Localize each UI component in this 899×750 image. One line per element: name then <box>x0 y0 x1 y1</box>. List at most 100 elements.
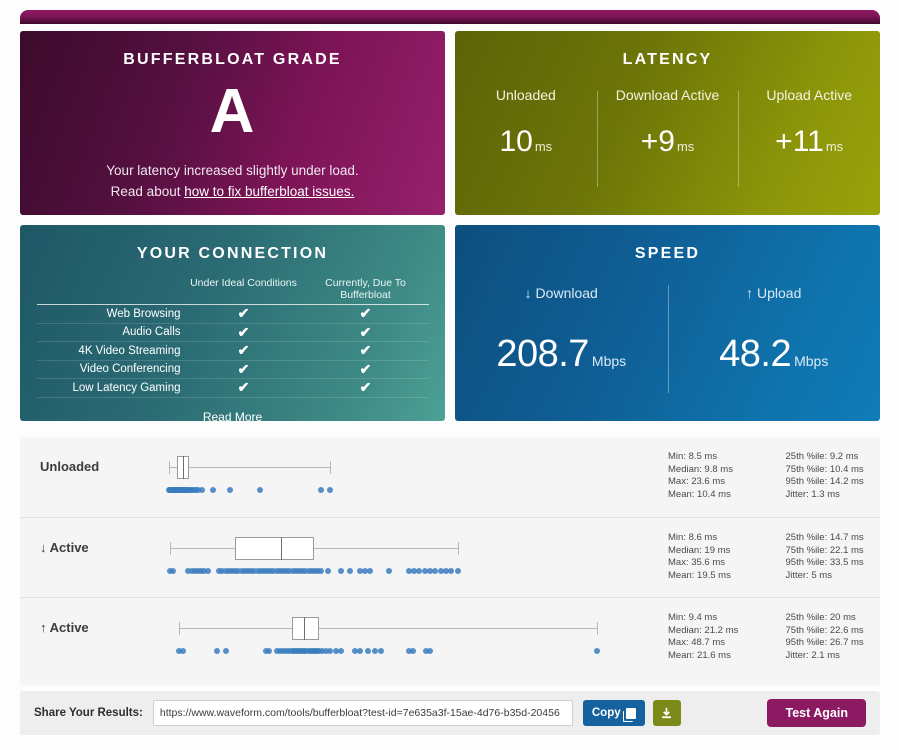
connection-row-label: Low Latency Gaming <box>72 381 181 394</box>
boxplot-min-cap <box>169 461 171 474</box>
boxplot-upload-active <box>132 606 632 668</box>
boxplot-min-cap <box>178 622 180 635</box>
copy-button[interactable]: Copy <box>582 700 645 726</box>
latency-sample-dot <box>593 648 600 654</box>
grade-subtitle: Your latency increased slightly under lo… <box>106 163 359 178</box>
boxplot-iqr-box <box>291 617 320 640</box>
latency-sample-dot <box>426 648 433 654</box>
download-button[interactable] <box>652 700 681 726</box>
stat-median: Median: 9.8 ms <box>668 463 733 475</box>
stats-col-left: Min: 9.4 ms Median: 21.2 ms Max: 48.7 ms… <box>668 612 786 662</box>
latency-sample-dot <box>454 568 461 574</box>
plot-label-unloaded: Unloaded <box>40 459 100 474</box>
latency-sample-dot <box>266 648 273 654</box>
stat-min: Min: 8.6 ms <box>668 532 718 543</box>
latency-col-unloaded: Unloaded 10 ms <box>455 87 597 205</box>
latency-value-unloaded: 10 <box>499 125 533 158</box>
share-footer: Share Your Results: Copy Test Again <box>20 691 880 735</box>
latency-sample-dot <box>199 487 206 493</box>
table-row: Video Conferencing ✔ ✔ <box>36 361 429 379</box>
latency-unit-download-active: ms <box>676 139 695 154</box>
grade-read-prefix: Read about <box>110 184 185 199</box>
boxplot-max-cap <box>457 542 459 555</box>
latency-label-upload-active: Upload Active <box>766 87 852 103</box>
connection-header-blank <box>37 277 185 301</box>
stats-col-right: 25th %ile: 14.7 ms 75th %ile: 22.1 ms 95… <box>786 532 899 582</box>
latency-sample-dot <box>214 648 221 654</box>
check-icon-ideal: ✔ <box>237 323 250 340</box>
stat-mean: Mean: 19.5 ms <box>668 569 731 581</box>
latency-sample-dot <box>377 648 384 654</box>
boxplot-median-line <box>183 456 185 479</box>
latency-col-upload-active: Upload Active +11 ms <box>738 87 880 205</box>
stat-p25: 25th %ile: 20 ms <box>785 612 856 623</box>
latency-unit-unloaded: ms <box>534 139 553 154</box>
boxplot-median-line <box>280 537 282 560</box>
check-icon-ideal: ✔ <box>237 305 250 322</box>
stat-p25: 25th %ile: 14.7 ms <box>785 532 864 543</box>
table-row: 4K Video Streaming ✔ ✔ <box>36 342 429 361</box>
stat-max: Max: 23.6 ms <box>668 476 726 488</box>
stats-download-active: Min: 8.6 ms Median: 19 ms Max: 35.6 ms M… <box>668 532 899 582</box>
grade-card-title: BUFFERBLOAT GRADE <box>123 51 342 68</box>
stat-jitter: Jitter: 2.1 ms <box>785 649 840 661</box>
stat-median: Median: 19 ms <box>668 544 731 556</box>
plot-row-unloaded: Unloaded Min: 8.5 ms Median: 9.8 ms Max:… <box>20 437 880 517</box>
speed-value-upload-wrap: 48.2 Mbps <box>668 333 881 376</box>
stat-min: Min: 8.5 ms <box>668 451 718 462</box>
boxplot-unloaded <box>132 445 632 507</box>
connection-table-header: Under Ideal Conditions Currently, Due To… <box>37 277 429 301</box>
boxplot-max-cap <box>329 461 331 474</box>
test-again-button[interactable]: Test Again <box>767 699 866 727</box>
stat-p75: 75th %ile: 22.6 ms <box>785 624 864 636</box>
latency-sample-dot <box>204 568 211 574</box>
latency-label-unloaded: Unloaded <box>495 87 556 103</box>
speed-col-download: ↓ Download 208.7 Mbps <box>455 285 668 421</box>
top-accent-bar <box>20 10 880 24</box>
share-url-input[interactable] <box>152 700 573 726</box>
fix-bufferbloat-link[interactable]: how to fix bufferbloat issues. <box>184 184 354 199</box>
speed-unit-download: Mbps <box>591 353 627 369</box>
check-icon-current: ✔ <box>359 379 372 396</box>
stats-col-left: Min: 8.6 ms Median: 19 ms Max: 35.6 ms M… <box>668 532 786 582</box>
latency-sample-dot <box>326 487 333 493</box>
stats-col-right: 25th %ile: 9.2 ms 75th %ile: 10.4 ms 95t… <box>786 451 899 501</box>
boxplot-whisker-line <box>178 628 597 629</box>
speed-label-upload: ↑ Upload <box>746 285 802 301</box>
boxplot-whisker-line <box>170 548 458 549</box>
latency-sample-dot <box>365 648 372 654</box>
latency-label-download-active: Download Active <box>615 87 720 103</box>
latency-sample-dot <box>318 487 325 493</box>
stat-p75: 75th %ile: 10.4 ms <box>785 463 864 475</box>
boxplot-whisker-line <box>169 467 330 468</box>
speed-label-download: ↓ Download <box>524 285 598 301</box>
connection-header-current: Currently, Due To Bufferbloat <box>325 277 406 301</box>
boxplot-max-cap <box>596 622 598 635</box>
stat-p95: 95th %ile: 33.5 ms <box>785 557 864 569</box>
latency-sample-dot <box>371 648 378 654</box>
stat-max: Max: 35.6 ms <box>668 557 726 569</box>
table-row: Audio Calls ✔ ✔ <box>36 323 429 342</box>
stats-unloaded: Min: 8.5 ms Median: 9.8 ms Max: 23.6 ms … <box>668 451 899 501</box>
download-icon <box>662 707 672 718</box>
latency-sample-dot <box>170 568 177 574</box>
plot-row-download-active: ↓ Active Min: 8.6 ms Median: 19 ms Max: … <box>20 517 880 597</box>
latency-col-download-active: Download Active +9 ms <box>596 87 739 205</box>
stat-max: Max: 48.7 ms <box>668 637 726 649</box>
speed-card: SPEED ↓ Download 208.7 Mbps ↑ Upload 48.2… <box>455 225 880 421</box>
check-icon-ideal: ✔ <box>237 379 250 396</box>
grade-read-about: Read about how to fix bufferbloat issues… <box>20 184 445 199</box>
boxplot-median-line <box>304 617 306 640</box>
latency-sample-dot <box>222 648 229 654</box>
read-more-link[interactable]: Read More <box>203 410 262 422</box>
speed-unit-upload: Mbps <box>794 353 829 369</box>
stats-col-left: Min: 8.5 ms Median: 9.8 ms Max: 23.6 ms … <box>668 451 786 501</box>
check-icon-current: ✔ <box>359 305 372 322</box>
latency-sample-dot <box>337 568 344 574</box>
plot-row-upload-active: ↑ Active Min: 9.4 ms Median: 21.2 ms Max… <box>20 597 880 677</box>
stat-mean: Mean: 21.6 ms <box>668 649 731 661</box>
latency-value-download-active-wrap: +9 ms <box>641 125 695 159</box>
grade-letter: A <box>209 77 256 146</box>
stat-p75: 75th %ile: 22.1 ms <box>785 544 864 556</box>
latency-sample-dot <box>409 648 416 654</box>
